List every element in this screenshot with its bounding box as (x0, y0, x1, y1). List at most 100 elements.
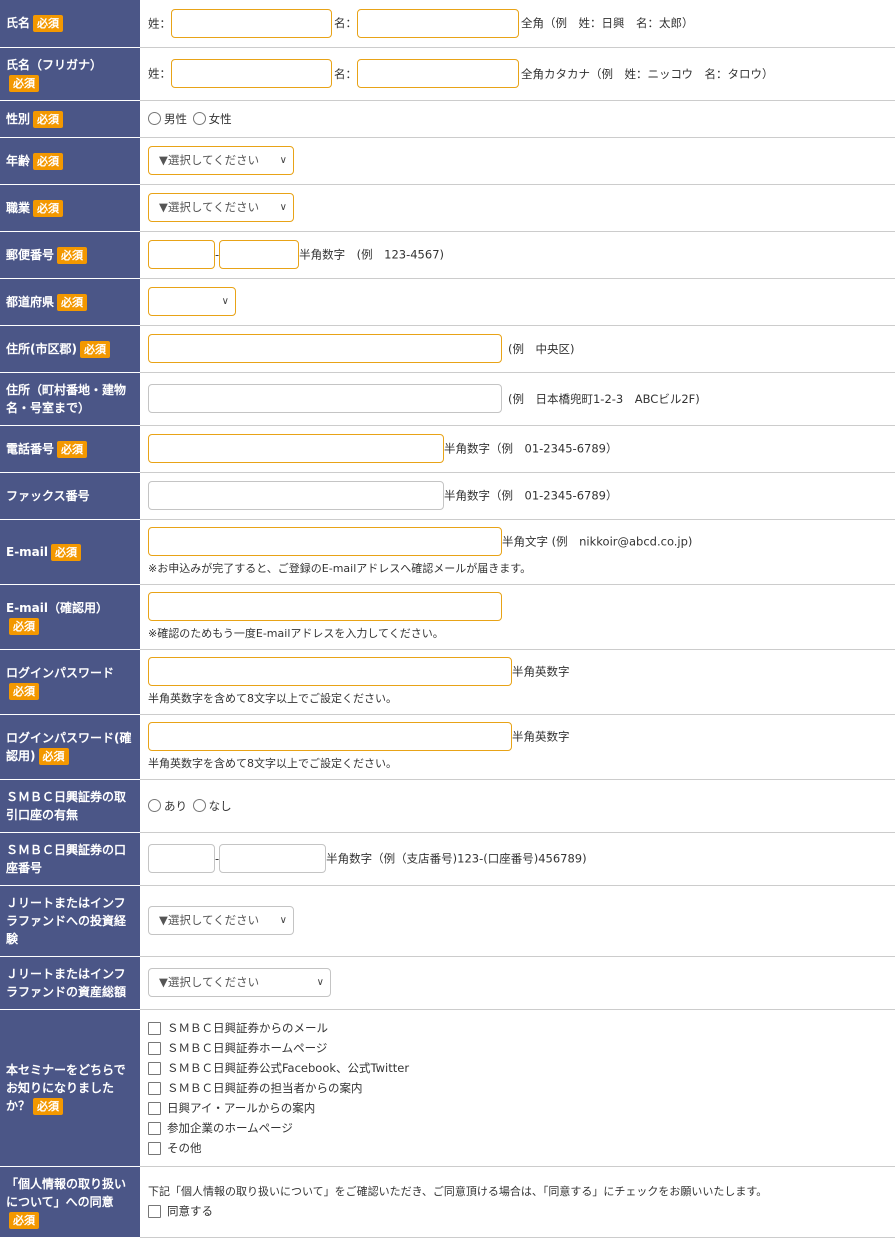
job-select[interactable]: ▼選択してください ∨ (148, 193, 294, 222)
email-input[interactable] (148, 527, 502, 556)
row-reit-experience: Ｊリートまたはインフラファンドへの投資経験 ▼選択してください ∨ (0, 885, 895, 957)
reit-assets-select[interactable]: ▼選択してください ∨ (148, 968, 331, 997)
row-kana: 氏名（フリガナ） 必須 姓： 名： 全角カタカナ（例 姓：ニッコウ 名：タロウ） (0, 47, 895, 101)
required-badge: 必須 (9, 617, 39, 635)
label-source: 本セミナーをどちらでお知りになりましたか？ 必須 (0, 1009, 140, 1167)
source-option[interactable]: ＳＭＢＣ日興証券公式Facebook、公式Twitter (148, 1058, 895, 1078)
source-option[interactable]: ＳＭＢＣ日興証券からのメール (148, 1018, 895, 1038)
fax-input[interactable] (148, 481, 444, 510)
privacy-text: 下記「個人情報の取り扱いについて」をご確認いただき、ご同意頂ける場合は、「同意す… (148, 1184, 768, 1198)
row-age: 年齢 必須 ▼選択してください ∨ (0, 137, 895, 185)
label-reit-assets: Ｊリートまたはインフラファンドの資産総額 (0, 956, 140, 1010)
checkbox[interactable] (148, 1121, 161, 1135)
tel-input[interactable] (148, 434, 444, 463)
account-yes-radio[interactable] (148, 799, 161, 812)
gender-male-label: 男性 (164, 111, 187, 126)
label-zip: 郵便番号 必須 (0, 231, 140, 279)
address-input[interactable] (148, 384, 502, 413)
password-confirm-hint: 半角英数字 (512, 729, 570, 744)
label-reit-experience: Ｊリートまたはインフラファンドへの投資経験 (0, 885, 140, 957)
password-note: 半角英数字を含めて8文字以上でご設定ください。 (148, 692, 397, 705)
first-name-input[interactable] (357, 8, 519, 38)
chevron-down-icon: ∨ (279, 155, 287, 166)
label-tel: 電話番号 必須 (0, 425, 140, 473)
gender-male-radio[interactable] (148, 112, 161, 125)
label-account-number: ＳＭＢＣ日興証券の口座番号 (0, 832, 140, 886)
email-hint: 半角文字 (例 nikkoir@abcd.co.jp) (502, 534, 693, 549)
label-password: ログインパスワード 必須 (0, 649, 140, 715)
required-badge: 必須 (9, 1211, 39, 1229)
required-badge: 必須 (38, 747, 69, 765)
row-account-number: ＳＭＢＣ日興証券の口座番号 - 半角数字（例（支店番号)123-(口座番号)456… (0, 832, 895, 886)
row-gender: 性別 必須 男性 女性 (0, 100, 895, 138)
required-badge: 必須 (33, 15, 64, 33)
checkbox[interactable] (148, 1081, 161, 1095)
checkbox[interactable] (148, 1141, 161, 1155)
required-badge: 必須 (33, 110, 64, 128)
branch-number-input[interactable] (148, 844, 215, 873)
address-hint: (例 日本橋兜町1-2-3 ABCビル2F) (508, 391, 700, 406)
required-badge: 必須 (33, 152, 64, 170)
row-tel: 電話番号 必須 半角数字（例 01-2345-6789） (0, 425, 895, 473)
kana-hint: 全角カタカナ（例 姓：ニッコウ 名：タロウ） (521, 66, 774, 81)
row-city: 住所(市区郡) 必須 (例 中央区) (0, 325, 895, 373)
accno-hint: 半角数字（例（支店番号)123-(口座番号)456789) (326, 851, 587, 866)
label-email: E-mail 必須 (0, 519, 140, 585)
row-source: 本セミナーをどちらでお知りになりましたか？ 必須 ＳＭＢＣ日興証券からのメール Ｓ… (0, 1009, 895, 1167)
last-name-input[interactable] (171, 8, 332, 38)
password-input[interactable] (148, 657, 512, 686)
entry-form-table: 氏名 必須 姓： 名： 全角（例 姓：日興 名：太郎） 氏名（フリガナ） 必須 姓： 名：… (0, 0, 895, 1238)
source-option[interactable]: その他 (148, 1138, 895, 1158)
account-number-input[interactable] (219, 844, 327, 873)
checkbox[interactable] (148, 1041, 161, 1055)
gender-female-label: 女性 (208, 111, 232, 126)
zip1-input[interactable] (148, 240, 215, 269)
mei-label: 名： (334, 16, 357, 31)
required-badge: 必須 (33, 1097, 64, 1115)
checkbox[interactable] (148, 1061, 161, 1075)
label-city: 住所(市区郡) 必須 (0, 325, 140, 373)
agree-checkbox[interactable] (148, 1204, 161, 1218)
row-reit-assets: Ｊリートまたはインフラファンドの資産総額 ▼選択してください ∨ (0, 956, 895, 1010)
reit-experience-select[interactable]: ▼選択してください ∨ (148, 906, 294, 935)
first-name-kana-input[interactable] (357, 59, 519, 88)
source-option[interactable]: 日興アイ・アールからの案内 (148, 1098, 895, 1118)
password-hint: 半角英数字 (512, 664, 570, 679)
label-gender: 性別 必須 (0, 100, 140, 138)
required-badge: 必須 (57, 293, 88, 311)
email-confirm-input[interactable] (148, 592, 502, 621)
row-email: E-mail 必須 半角文字 (例 nikkoir@abcd.co.jp) ※お申込… (0, 519, 895, 585)
checkbox[interactable] (148, 1101, 161, 1115)
row-zip: 郵便番号 必須 - 半角数字 (例 123-4567) (0, 231, 895, 279)
chevron-down-icon: ∨ (316, 977, 324, 988)
row-pref: 都道府県 必須 ∨ (0, 278, 895, 326)
required-badge: 必須 (33, 199, 64, 217)
tel-hint: 半角数字（例 01-2345-6789） (444, 441, 618, 456)
label-password-confirm: ログインパスワード(確認用) 必須 (0, 714, 140, 780)
gender-female-radio[interactable] (192, 112, 206, 125)
row-name: 氏名 必須 姓： 名： 全角（例 姓：日興 名：太郎） (0, 0, 895, 48)
row-address: 住所（町村番地・建物名・号室まで） (例 日本橋兜町1-2-3 ABCビル2F) (0, 372, 895, 426)
source-option[interactable]: ＳＭＢＣ日興証券ホームページ (148, 1038, 895, 1058)
row-password-confirm: ログインパスワード(確認用) 必須 半角英数字 半角英数字を含めて8文字以上でご設定… (0, 714, 895, 780)
pref-select[interactable]: ∨ (148, 287, 236, 316)
source-option[interactable]: 参加企業のホームページ (148, 1118, 895, 1138)
label-kana: 氏名（フリガナ） 必須 (0, 47, 140, 101)
email-note: ※お申込みが完了すると、ご登録のE-mailアドレスへ確認メールが届きます。 (148, 562, 532, 575)
privacy-agree-option[interactable]: 同意する (148, 1201, 895, 1221)
last-name-kana-input[interactable] (171, 59, 332, 88)
email-confirm-note: ※確認のためもう一度E-mailアドレスを入力してください。 (148, 627, 444, 640)
required-badge: 必須 (51, 543, 82, 561)
row-account: ＳＭＢＣ日興証券の取引口座の有無 あり なし (0, 779, 895, 833)
row-fax: ファックス番号 半角数字（例 01-2345-6789） (0, 472, 895, 520)
label-job: 職業 必須 (0, 184, 140, 232)
checkbox[interactable] (148, 1021, 161, 1035)
age-select[interactable]: ▼選択してください ∨ (148, 146, 294, 175)
chevron-down-icon: ∨ (279, 202, 287, 213)
password-confirm-input[interactable] (148, 722, 512, 751)
city-input[interactable] (148, 334, 502, 363)
source-option[interactable]: ＳＭＢＣ日興証券の担当者からの案内 (148, 1078, 895, 1098)
required-badge: 必須 (9, 74, 39, 92)
zip2-input[interactable] (219, 240, 300, 269)
account-no-radio[interactable] (192, 799, 206, 812)
